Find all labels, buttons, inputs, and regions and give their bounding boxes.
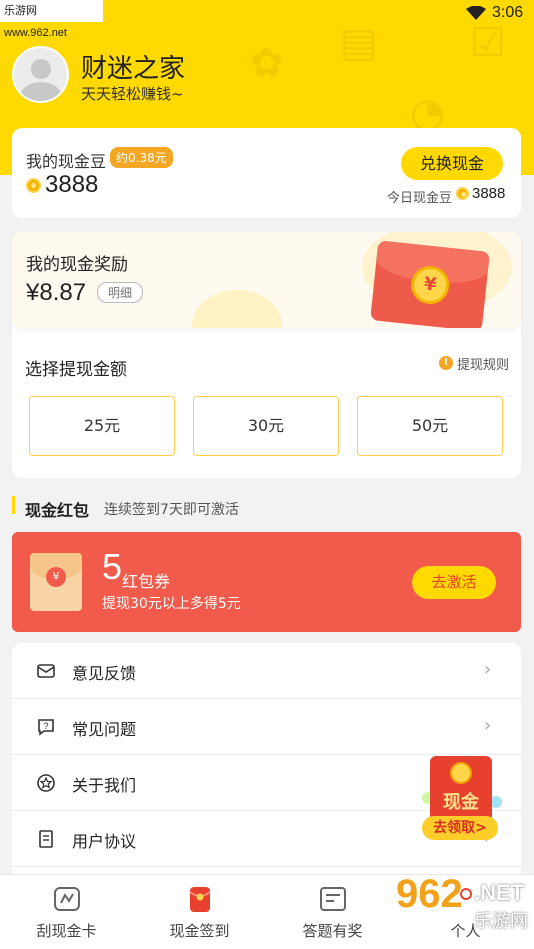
- red-envelope-icon: ¥: [370, 240, 490, 328]
- user-slogan: 天天轻松赚钱~: [81, 85, 184, 103]
- tab-label: 刮现金卡: [36, 922, 97, 940]
- amount-option-30[interactable]: 30元: [193, 396, 339, 456]
- exchange-cash-button[interactable]: 兑换现金: [401, 147, 503, 180]
- coupon-count: 5: [102, 546, 123, 587]
- user-name: 财迷之家: [81, 54, 186, 84]
- section-subtitle: 连续签到7天即可激活: [104, 502, 239, 518]
- menu-item-label: 关于我们: [72, 776, 137, 795]
- beans-value: 3888: [45, 171, 99, 198]
- scratch-card-icon: [54, 887, 80, 911]
- reward-label: 我的现金奖励: [26, 255, 128, 275]
- feedback-icon: [37, 664, 55, 678]
- site-watermark: 962 .NET 乐游网: [396, 872, 534, 944]
- tab-label: 答题有奖: [302, 922, 363, 940]
- chevron-right-icon: ›: [484, 659, 492, 680]
- avatar-body: [20, 82, 62, 101]
- cash-beans-card: 我的现金豆 约0.38元 3888 兑换现金 今日现金豆 3888: [12, 128, 521, 218]
- status-bar: 乐游网 www.962.net 3:06: [0, 0, 534, 39]
- question-icon: ?: [38, 719, 54, 736]
- coupon-unit: 红包券: [122, 572, 171, 591]
- coin-icon: [456, 187, 469, 200]
- document-icon: [39, 830, 53, 848]
- decorative-blob: [192, 290, 282, 328]
- reward-value: ¥8.87: [26, 279, 87, 306]
- watermark-number: 962: [396, 872, 463, 916]
- amount-option-25[interactable]: 25元: [29, 396, 175, 456]
- menu-item-label: 用户协议: [72, 832, 137, 851]
- svg-text:?: ?: [43, 721, 48, 731]
- coin-icon: [450, 762, 472, 784]
- section-accent-bar: [12, 496, 15, 514]
- quiz-icon: [320, 887, 346, 911]
- floating-cash-promo[interactable]: 现金 去领取>: [422, 756, 502, 842]
- claim-button[interactable]: 去领取>: [422, 816, 498, 840]
- section-title: 现金红包: [25, 501, 90, 520]
- chevron-right-icon: ›: [484, 715, 492, 736]
- reward-detail-button[interactable]: 明细: [97, 282, 144, 303]
- avatar-head: [31, 59, 51, 79]
- menu-item-label: 常见问题: [72, 720, 137, 739]
- coin-icon: [26, 178, 41, 193]
- redpacket-coupon-card: ¥ 5 红包券 提现30元以上多得5元 去激活: [12, 532, 521, 632]
- status-watermark: 乐游网 www.962.net: [0, 0, 103, 39]
- coupon-description: 提现30元以上多得5元: [102, 596, 241, 612]
- tab-label: 现金签到: [169, 922, 230, 940]
- tab-quiz[interactable]: 答题有奖: [266, 875, 399, 949]
- avatar[interactable]: [12, 46, 69, 103]
- status-time: 3:06: [492, 4, 524, 21]
- reward-banner: 我的现金奖励 ¥8.87 明细 ¥: [12, 232, 521, 328]
- watermark-domain: .NET: [474, 880, 525, 905]
- activate-button[interactable]: 去激活: [412, 566, 496, 599]
- cash-reward-card: 我的现金奖励 ¥8.87 明细 ¥ 选择提现金额 ! 提现规则 25元 30元 …: [12, 232, 521, 478]
- today-beans-label: 今日现金豆: [387, 191, 453, 206]
- tab-cash-checkin[interactable]: 现金签到: [133, 875, 266, 949]
- withdraw-title: 选择提现金额: [25, 360, 127, 380]
- yuan-seal-icon: ¥: [46, 567, 66, 587]
- wifi-icon: [466, 6, 486, 20]
- tab-scratch-card[interactable]: 刮现金卡: [0, 875, 133, 949]
- menu-item-label: 意见反馈: [72, 664, 137, 683]
- promo-text: 现金: [443, 792, 479, 813]
- decorative-icon: ✿: [250, 40, 284, 86]
- beans-label: 我的现金豆: [26, 152, 107, 171]
- redpacket-icon: [189, 887, 211, 912]
- today-beans-value: 3888: [472, 185, 506, 202]
- watermark-cn: 乐游网: [474, 911, 528, 932]
- menu-item-feedback[interactable]: 意见反馈 ›: [12, 643, 521, 699]
- red-envelope-icon: ¥: [30, 553, 82, 611]
- withdraw-rules-link[interactable]: 提现规则: [457, 354, 509, 373]
- star-badge-icon: [37, 774, 55, 792]
- beans-approx-badge: 约0.38元: [110, 147, 173, 168]
- amount-option-50[interactable]: 50元: [357, 396, 503, 456]
- menu-item-faq[interactable]: ? 常见问题 ›: [12, 699, 521, 755]
- info-icon[interactable]: !: [439, 356, 453, 370]
